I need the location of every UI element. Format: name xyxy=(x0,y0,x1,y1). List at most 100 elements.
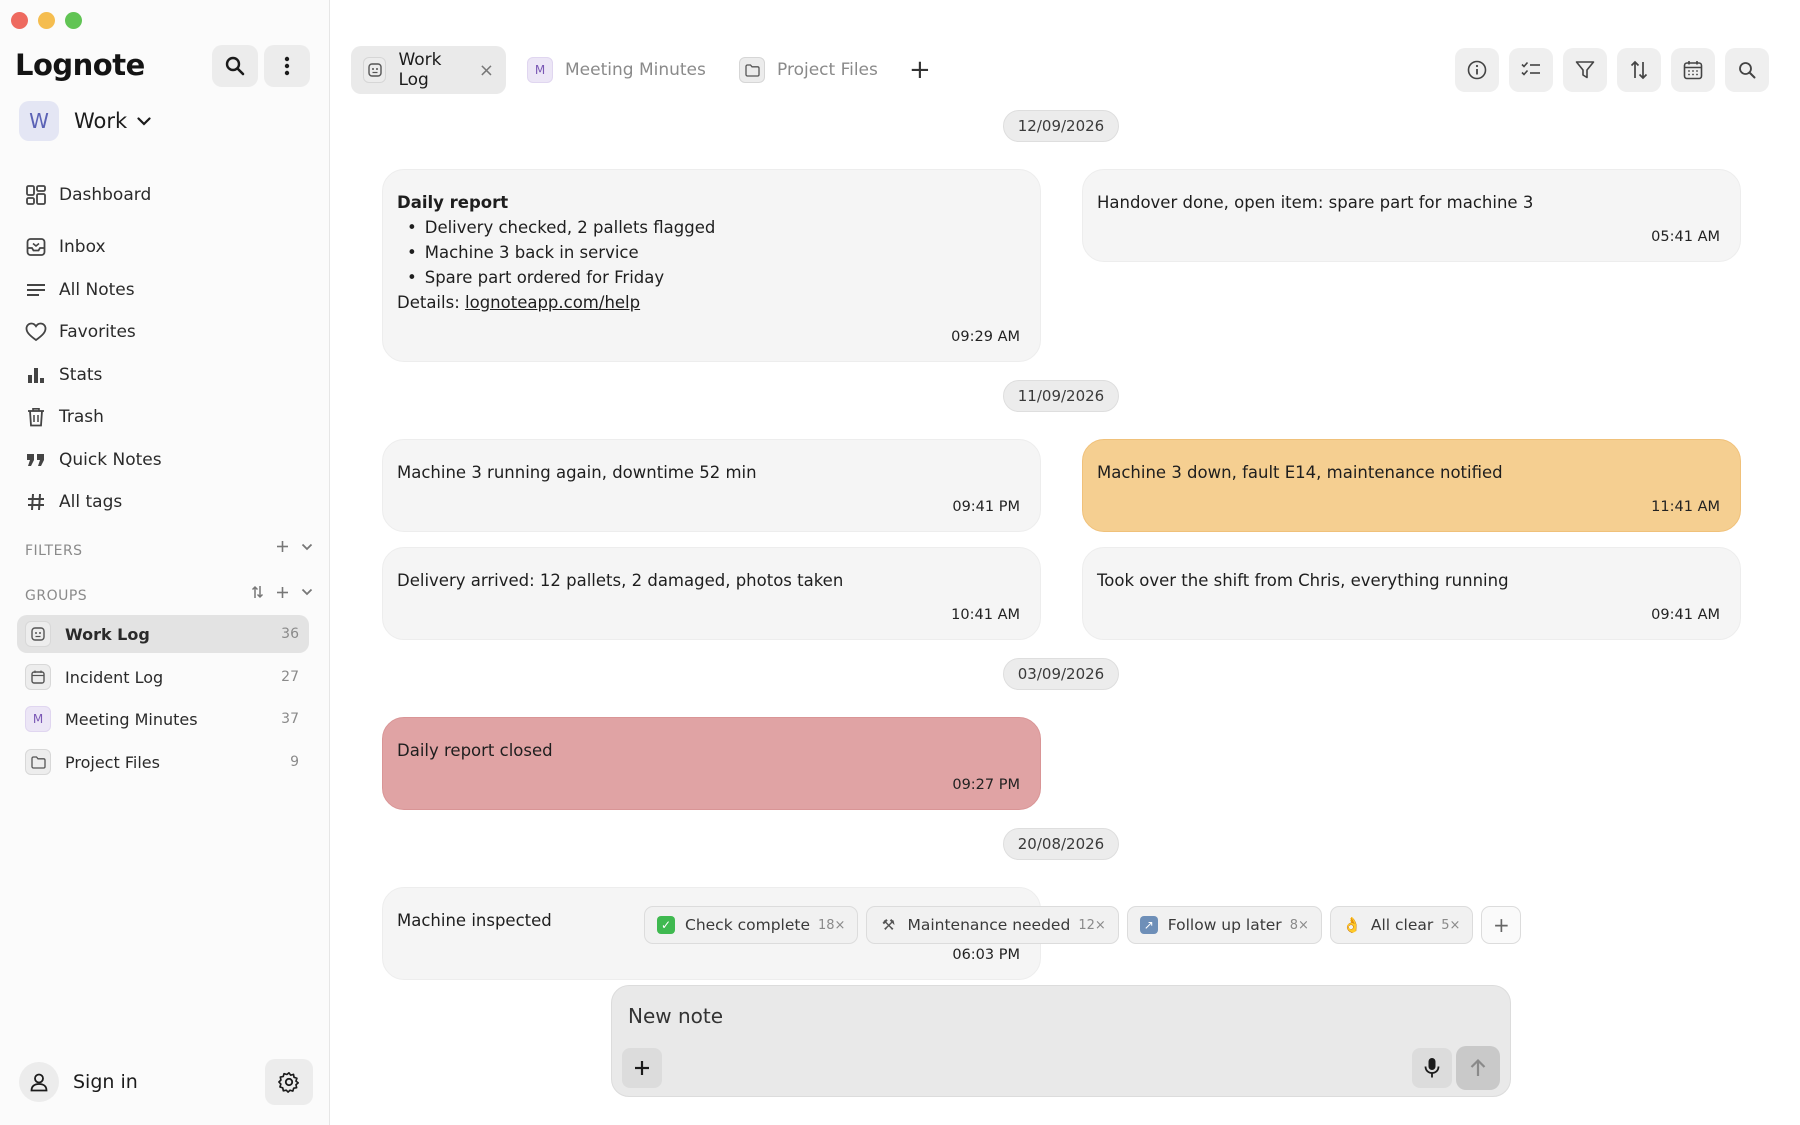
add-group-icon[interactable] xyxy=(276,586,289,599)
tab-work-log[interactable]: Work Log × xyxy=(351,46,506,94)
note-bullet-list: Delivery checked, 2 pallets flagged Mach… xyxy=(397,215,1022,290)
tab-project-files[interactable]: Project Files xyxy=(727,46,890,94)
nav-trash[interactable]: Trash xyxy=(25,402,104,432)
note-delivery[interactable]: Delivery arrived: 12 pallets, 2 damaged,… xyxy=(382,547,1041,640)
note-time: 09:27 PM xyxy=(952,777,1020,793)
hash-icon xyxy=(25,491,47,513)
group-item-meeting-minutes[interactable]: M Meeting Minutes 37 xyxy=(17,700,309,738)
minimize-window-button[interactable] xyxy=(38,12,55,29)
tag-chip-maintenance-needed[interactable]: ⚒ Maintenance needed 12× xyxy=(866,906,1119,944)
note-time: 09:41 AM xyxy=(1651,607,1720,623)
tag-chip-count: 8× xyxy=(1289,917,1309,933)
note-bullet: Delivery checked, 2 pallets flagged xyxy=(397,215,1022,240)
dashboard-icon xyxy=(25,184,47,206)
heart-icon xyxy=(25,321,47,343)
nav-quick-notes[interactable]: Quick Notes xyxy=(25,445,162,475)
bar-chart-icon xyxy=(25,364,47,386)
tag-chip-count: 12× xyxy=(1078,917,1106,933)
checklist-icon xyxy=(1521,61,1540,76)
note-bullet: Spare part ordered for Friday xyxy=(397,265,1022,290)
note-body: Machine 3 down, fault E14, maintenance n… xyxy=(1097,463,1503,482)
trash-icon xyxy=(25,406,47,428)
work-log-icon xyxy=(25,621,51,647)
send-button[interactable] xyxy=(1456,1046,1500,1090)
sort-button[interactable] xyxy=(1617,48,1661,92)
new-note-input[interactable]: New note xyxy=(628,1004,723,1028)
chevron-down-icon[interactable] xyxy=(301,543,313,551)
group-label: Meeting Minutes xyxy=(65,709,198,729)
calendar-button[interactable] xyxy=(1671,48,1715,92)
note-running-again[interactable]: Machine 3 running again, downtime 52 min… xyxy=(382,439,1041,532)
sidebar: Lognote W Work Dashboard Inbox All Notes… xyxy=(0,0,330,1125)
tab-meeting-minutes[interactable]: M Meeting Minutes xyxy=(515,46,718,94)
quote-icon xyxy=(25,449,47,471)
nav-all-tags[interactable]: All tags xyxy=(25,487,122,517)
nav-inbox[interactable]: Inbox xyxy=(25,232,106,262)
note-time: 06:03 PM xyxy=(952,947,1020,963)
note-report-closed[interactable]: Daily report closed 09:27 PM xyxy=(382,717,1041,810)
group-count: 27 xyxy=(281,669,299,685)
attach-button[interactable] xyxy=(622,1048,662,1088)
ok-hand-icon: 👌 xyxy=(1342,916,1362,934)
add-quick-tag-button[interactable]: + xyxy=(1481,906,1522,944)
nav-label: All tags xyxy=(59,492,123,512)
nav-label: Quick Notes xyxy=(59,450,162,470)
close-tab-button[interactable]: × xyxy=(479,60,494,81)
sidebar-more-button[interactable] xyxy=(264,45,310,87)
tag-chip-check-complete[interactable]: ✓ Check complete 18× xyxy=(644,906,859,944)
help-link[interactable]: lognoteapp.com/help xyxy=(465,293,640,312)
group-count: 9 xyxy=(290,754,299,770)
group-item-work-log[interactable]: Work Log 36 xyxy=(17,615,309,653)
chevron-down-icon[interactable] xyxy=(301,588,313,596)
filters-tools xyxy=(276,540,313,553)
note-title: Daily report xyxy=(397,193,509,212)
add-filter-icon[interactable] xyxy=(276,540,289,553)
tag-chip-follow-up-later[interactable]: ↗ Follow up later 8× xyxy=(1126,906,1322,944)
voice-input-button[interactable] xyxy=(1412,1048,1452,1088)
note-daily-report[interactable]: Daily report Delivery checked, 2 pallets… xyxy=(382,169,1041,362)
note-details-label: Details: xyxy=(397,293,466,312)
arrow-up-icon xyxy=(1470,1058,1486,1076)
more-vertical-icon xyxy=(284,56,290,76)
nav-label: Favorites xyxy=(59,322,136,342)
sort-icon[interactable] xyxy=(251,585,264,599)
sign-in-button[interactable]: Sign in xyxy=(19,1062,138,1102)
close-window-button[interactable] xyxy=(11,12,28,29)
date-separator: 12/09/2026 xyxy=(1003,110,1119,142)
filter-button[interactable] xyxy=(1563,48,1607,92)
sign-in-label: Sign in xyxy=(73,1071,138,1093)
app-title: Lognote xyxy=(15,48,145,82)
work-log-icon xyxy=(363,57,387,83)
checklist-button[interactable] xyxy=(1509,48,1553,92)
workspace-switcher[interactable]: W Work xyxy=(19,101,151,141)
arrow-up-right-icon: ↗ xyxy=(1139,916,1158,934)
nav-stats[interactable]: Stats xyxy=(25,360,102,390)
search-icon xyxy=(225,56,245,76)
info-icon xyxy=(1467,60,1487,80)
tag-chip-label: Follow up later xyxy=(1167,916,1282,934)
note-handover[interactable]: Handover done, open item: spare part for… xyxy=(1082,169,1741,262)
nav-favorites[interactable]: Favorites xyxy=(25,317,136,347)
group-item-incident-log[interactable]: Incident Log 27 xyxy=(17,658,309,696)
settings-button[interactable] xyxy=(265,1059,313,1105)
tag-chip-all-clear[interactable]: 👌 All clear 5× xyxy=(1329,906,1474,944)
info-button[interactable] xyxy=(1455,48,1499,92)
sidebar-search-button[interactable] xyxy=(212,45,258,87)
note-took-over[interactable]: Took over the shift from Chris, everythi… xyxy=(1082,547,1741,640)
nav-all-notes[interactable]: All Notes xyxy=(25,275,135,305)
group-count: 36 xyxy=(281,626,299,642)
search-notes-button[interactable] xyxy=(1725,48,1769,92)
groups-header: GROUPS xyxy=(25,588,88,604)
note-time: 11:41 AM xyxy=(1651,499,1720,515)
note-machine-down[interactable]: Machine 3 down, fault E14, maintenance n… xyxy=(1082,439,1741,532)
zoom-window-button[interactable] xyxy=(65,12,82,29)
sort-icon xyxy=(1630,60,1648,80)
tag-chip-label: Check complete xyxy=(685,916,811,934)
folder-icon xyxy=(739,57,765,83)
folder-icon xyxy=(25,749,51,775)
note-body: Took over the shift from Chris, everythi… xyxy=(1097,571,1509,590)
group-item-project-files[interactable]: Project Files 9 xyxy=(17,743,309,781)
add-tab-button[interactable]: + xyxy=(909,55,931,85)
nav-dashboard[interactable]: Dashboard xyxy=(25,180,151,210)
groups-tools xyxy=(251,585,313,599)
